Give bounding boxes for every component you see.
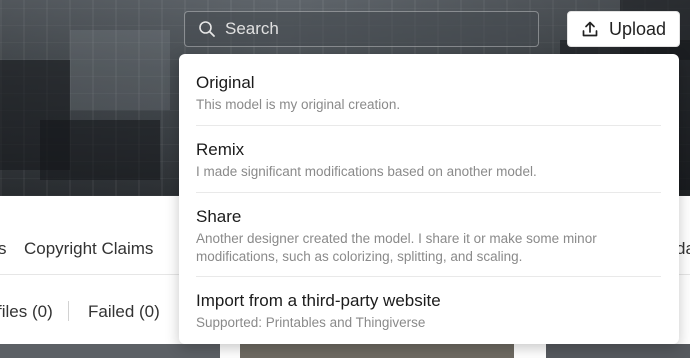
thumbnail-image[interactable]	[240, 344, 514, 358]
menu-item-share[interactable]: Share Another designer created the model…	[196, 207, 661, 266]
menu-item-title: Original	[196, 73, 255, 92]
menu-item-description: Supported: Printables and Thingiverse	[196, 315, 426, 330]
tab-partial-left[interactable]: s	[0, 239, 7, 259]
upload-type-menu: Original This model is my original creat…	[179, 54, 679, 344]
menu-item-description: This model is my original creation.	[196, 97, 401, 112]
upload-button[interactable]: Upload	[567, 11, 680, 47]
upload-button-label: Upload	[608, 18, 667, 39]
thumbnail-image[interactable]	[546, 344, 690, 358]
filter-separator	[68, 301, 69, 321]
menu-separator	[196, 125, 661, 126]
thumbnail-image[interactable]	[0, 344, 220, 358]
filter-files[interactable]: files (0)	[0, 302, 53, 322]
search-icon	[199, 21, 215, 37]
menu-item-title: Share	[196, 207, 242, 226]
menu-separator	[196, 192, 661, 193]
menu-item-description: Another designer created the model. I sh…	[196, 231, 597, 264]
upload-icon	[582, 21, 598, 37]
search-bar[interactable]	[184, 11, 539, 47]
menu-separator	[196, 276, 661, 277]
menu-item-remix[interactable]: Remix I made significant modifications b…	[196, 140, 661, 181]
menu-item-title: Import from a third-party website	[196, 291, 441, 310]
tab-copyright-claims[interactable]: Copyright Claims	[24, 239, 153, 259]
menu-item-title: Remix	[196, 140, 245, 159]
menu-item-description: I made significant modifications based o…	[196, 164, 537, 179]
search-input[interactable]	[225, 19, 505, 39]
menu-item-original[interactable]: Original This model is my original creat…	[196, 73, 661, 114]
filter-failed[interactable]: Failed (0)	[88, 302, 160, 322]
menu-item-import[interactable]: Import from a third-party website Suppor…	[196, 291, 661, 332]
